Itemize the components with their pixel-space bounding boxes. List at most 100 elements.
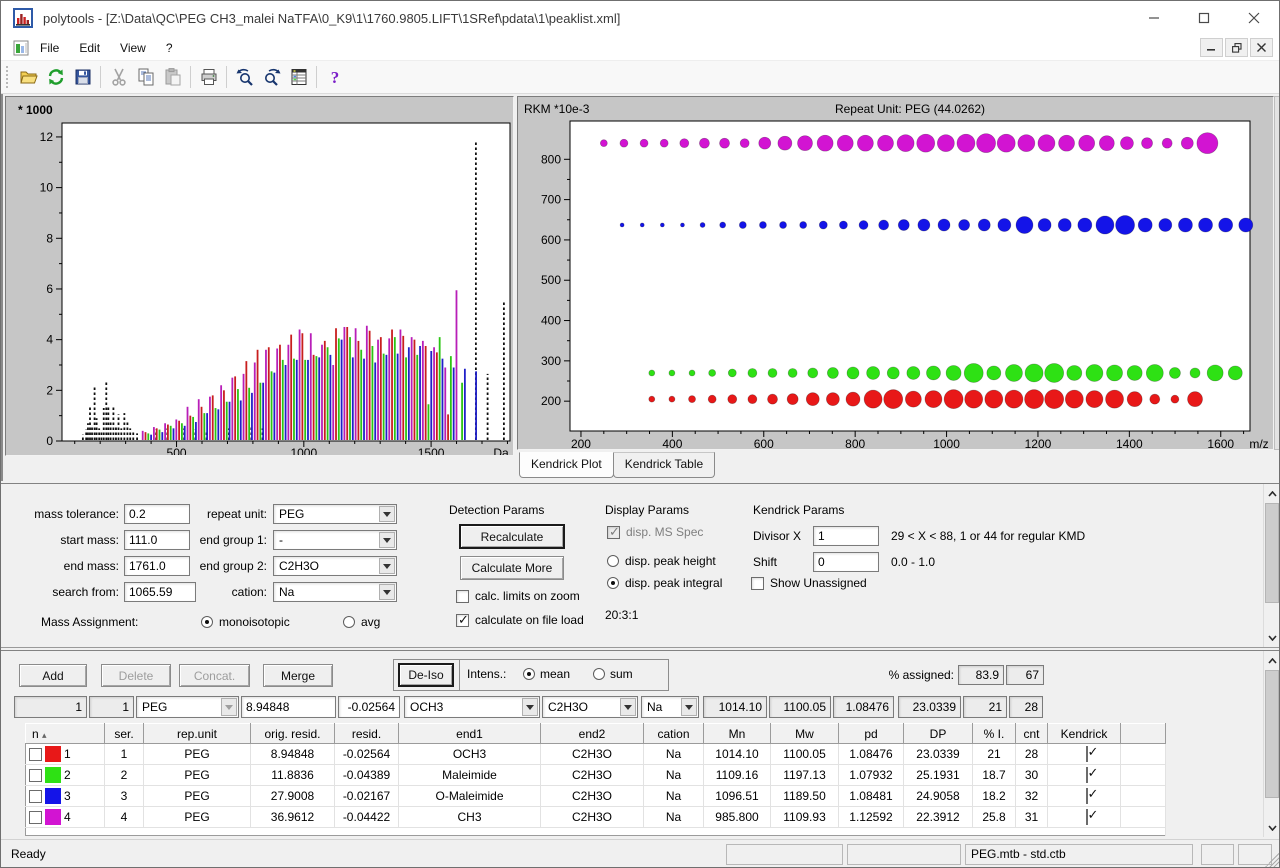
column-header-pd[interactable]: pd xyxy=(839,724,904,744)
column-header-resid-[interactable]: resid. xyxy=(335,724,399,744)
recalculate-button[interactable]: Recalculate xyxy=(459,524,565,549)
zoom-previous-icon[interactable] xyxy=(231,64,258,90)
avg-radio[interactable] xyxy=(343,616,355,628)
resize-grip-icon[interactable] xyxy=(1265,853,1279,867)
copy-icon[interactable] xyxy=(132,64,159,90)
edit-end2-dropdown[interactable]: C2H3O xyxy=(542,696,638,718)
intens-sum-radio[interactable] xyxy=(593,668,605,680)
column-header-kendrick[interactable]: Kendrick xyxy=(1048,724,1121,744)
minimize-button[interactable] xyxy=(1129,1,1179,35)
refresh-icon[interactable] xyxy=(42,64,69,90)
kendrick-checkbox[interactable] xyxy=(1086,809,1088,825)
help-icon[interactable]: ? xyxy=(321,64,348,90)
delete-button[interactable]: Delete xyxy=(101,664,171,687)
edit-ser-field: 1 xyxy=(89,696,134,718)
scroll-down-icon[interactable] xyxy=(1264,629,1280,646)
end-group2-dropdown[interactable]: C2H3O xyxy=(273,556,397,576)
calc-on-load-checkbox[interactable] xyxy=(456,614,469,627)
disp-peak-integral-radio[interactable] xyxy=(607,577,619,589)
column-header-cation[interactable]: cation xyxy=(644,724,704,744)
row-select-checkbox[interactable] xyxy=(29,811,42,824)
column-header-mw[interactable]: Mw xyxy=(771,724,839,744)
chevron-down-icon[interactable] xyxy=(379,532,395,548)
kendrick-plot-chart[interactable]: RKM *10e-3Repeat Unit: PEG (44.0262)2003… xyxy=(518,97,1273,449)
scroll-up-icon[interactable] xyxy=(1264,485,1280,502)
kendrick-checkbox[interactable] xyxy=(1086,788,1088,804)
concat-button[interactable]: Concat. xyxy=(179,664,250,687)
print-icon[interactable] xyxy=(195,64,222,90)
cation-dropdown[interactable]: Na xyxy=(273,582,397,602)
kendrick-checkbox[interactable] xyxy=(1086,767,1088,783)
disp-peak-height-radio[interactable] xyxy=(607,555,619,567)
menu-edit[interactable]: Edit xyxy=(69,38,110,58)
edit-rep-unit-dropdown[interactable]: PEG xyxy=(136,696,239,718)
intens-mean-radio[interactable] xyxy=(523,668,535,680)
close-button[interactable] xyxy=(1229,1,1279,35)
divisor-input[interactable]: 1 xyxy=(813,526,879,546)
table-row[interactable]: 11PEG8.94848-0.02564OCH3C2H3ONa1014.1011… xyxy=(26,744,1166,765)
show-unassigned-checkbox[interactable] xyxy=(751,577,764,590)
edit-end1-dropdown[interactable]: OCH3 xyxy=(404,696,540,718)
chevron-down-icon[interactable] xyxy=(681,698,697,716)
edit-orig-resid-input[interactable]: 8.94848 xyxy=(241,696,336,718)
mdi-close-button[interactable] xyxy=(1250,38,1273,57)
scroll-up-icon[interactable] xyxy=(1264,652,1280,669)
row-select-checkbox[interactable] xyxy=(29,769,42,782)
calc-limits-checkbox[interactable] xyxy=(456,590,469,603)
paste-icon[interactable] xyxy=(159,64,186,90)
maximize-button[interactable] xyxy=(1179,1,1229,35)
add-button[interactable]: Add xyxy=(19,664,87,687)
zoom-next-icon[interactable] xyxy=(258,64,285,90)
mdi-restore-button[interactable] xyxy=(1225,38,1248,57)
column-header-ser-[interactable]: ser. xyxy=(105,724,144,744)
tab-kendrick-plot[interactable]: Kendrick Plot xyxy=(519,452,614,478)
calculate-more-button[interactable]: Calculate More xyxy=(460,556,564,580)
column-header-end2[interactable]: end2 xyxy=(541,724,644,744)
column-header-cnt[interactable]: cnt xyxy=(1016,724,1048,744)
column-header-n[interactable]: n ▴ xyxy=(26,724,105,744)
column-header-orig-resid-[interactable]: orig. resid. xyxy=(251,724,335,744)
peak-list-icon[interactable] xyxy=(285,64,312,90)
column-header-blank[interactable] xyxy=(1121,724,1166,744)
table-row[interactable]: 22PEG11.8836-0.04389MaleimideC2H3ONa1109… xyxy=(26,765,1166,786)
column-header-dp[interactable]: DP xyxy=(904,724,973,744)
edit-cation-dropdown[interactable]: Na xyxy=(641,696,699,718)
deiso-button[interactable]: De-Iso xyxy=(398,663,454,687)
row-select-checkbox[interactable] xyxy=(29,748,42,761)
menu-view[interactable]: View xyxy=(110,38,156,58)
mdi-minimize-button[interactable] xyxy=(1200,38,1223,57)
tab-kendrick-table[interactable]: Kendrick Table xyxy=(613,452,716,478)
merge-button[interactable]: Merge xyxy=(263,664,333,687)
save-icon[interactable] xyxy=(69,64,96,90)
row-select-checkbox[interactable] xyxy=(29,790,42,803)
table-row[interactable]: 33PEG27.9008-0.02167O-MaleimideC2H3ONa10… xyxy=(26,786,1166,807)
toolbar-grip[interactable] xyxy=(6,66,9,88)
disp-peak-integral-label: disp. peak integral xyxy=(625,576,722,590)
monoisotopic-radio[interactable] xyxy=(201,616,213,628)
menu-help[interactable]: ? xyxy=(156,38,183,58)
chevron-down-icon[interactable] xyxy=(522,698,538,716)
chevron-down-icon[interactable] xyxy=(379,584,395,600)
column-header--i-[interactable]: % I. xyxy=(973,724,1016,744)
plot-splitter[interactable] xyxy=(1274,96,1280,450)
column-header-mn[interactable]: Mn xyxy=(704,724,771,744)
chevron-down-icon[interactable] xyxy=(379,558,395,574)
column-header-end1[interactable]: end1 xyxy=(399,724,541,744)
params-scrollbar[interactable] xyxy=(1263,484,1280,647)
scroll-down-icon[interactable] xyxy=(1264,819,1280,836)
mass-spectrum-chart[interactable]: * 100002468101250010001500Da xyxy=(6,97,513,455)
series-scrollbar[interactable] xyxy=(1263,651,1280,837)
open-icon[interactable] xyxy=(15,64,42,90)
repeat-unit-dropdown[interactable]: PEG xyxy=(273,504,397,524)
chevron-down-icon[interactable] xyxy=(620,698,636,716)
scroll-thumb[interactable] xyxy=(1265,503,1279,603)
shift-input[interactable]: 0 xyxy=(813,552,879,572)
end-group1-dropdown[interactable]: - xyxy=(273,530,397,550)
kendrick-checkbox[interactable] xyxy=(1086,746,1088,762)
cut-icon[interactable] xyxy=(105,64,132,90)
chevron-down-icon[interactable] xyxy=(379,506,395,522)
scroll-thumb[interactable] xyxy=(1265,670,1279,798)
table-row[interactable]: 44PEG36.9612-0.04422CH3C2H3ONa985.800110… xyxy=(26,807,1166,828)
menu-file[interactable]: File xyxy=(30,38,69,58)
column-header-rep-unit[interactable]: rep.unit xyxy=(144,724,251,744)
